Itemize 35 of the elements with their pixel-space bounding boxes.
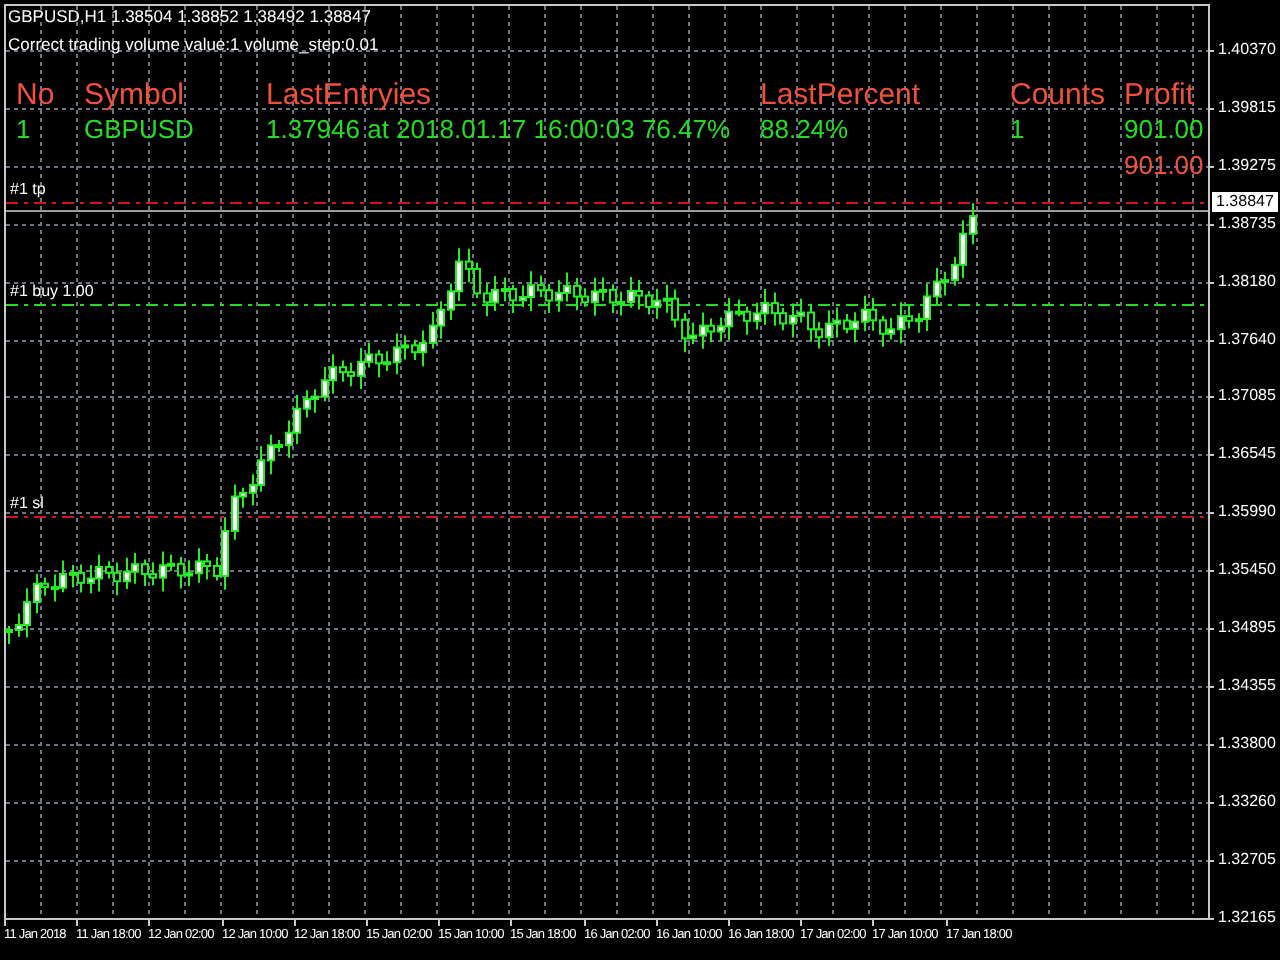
price-label: 1.33260 [1218,794,1276,810]
order-line-label: #1 buy 1.00 [10,284,94,300]
table-cell-text: 1.37946 at 2018.01.17 16:00:03 76.47% [266,116,733,146]
price-label: 1.36545 [1218,446,1276,462]
price-label: 1.40370 [1218,42,1276,58]
column-header: Counts [1010,80,1108,110]
price-label: 1.32165 [1218,910,1276,926]
column-header: LastPercent [760,80,923,110]
price-label: 1.35990 [1218,504,1276,520]
profit-total: 901.00 [1124,151,1204,182]
price-label: 1.37085 [1218,388,1276,404]
current-price-label: 1.38847 [1212,192,1278,212]
price-label: 1.34895 [1218,620,1276,636]
order-line-label: #1 tp [10,182,46,198]
order-line-label: #1 sl [10,496,44,512]
price-label: 1.38735 [1218,216,1276,232]
price-label: 1.34355 [1218,678,1276,694]
price-label: 1.38180 [1218,274,1276,290]
column-header: Symbol [84,80,187,110]
column-header: Profit [1124,80,1197,110]
price-label: 1.39815 [1218,100,1276,116]
price-label: 1.37640 [1218,332,1276,348]
column-header: No [16,80,57,110]
price-label: 1.39275 [1218,158,1276,174]
table-cell-text: GBPUSD [84,116,196,146]
table-cell-text: 1 [16,116,33,146]
price-label: 1.33800 [1218,736,1276,752]
column-header: LastEntryies [266,80,434,110]
table-cell-text: 88.24% [760,116,851,146]
status-message: Correct trading volume value:1 volume_step:0.01 [8,36,379,53]
symbol-info: GBPUSD,H1 1.38504 1.38852 1.38492 1.38847 [8,8,371,25]
table-cell: 901.00 [1124,116,1204,146]
table-cell-text: 1 [1010,116,1027,146]
price-label: 1.32705 [1218,852,1276,868]
price-label: 1.35450 [1218,562,1276,578]
